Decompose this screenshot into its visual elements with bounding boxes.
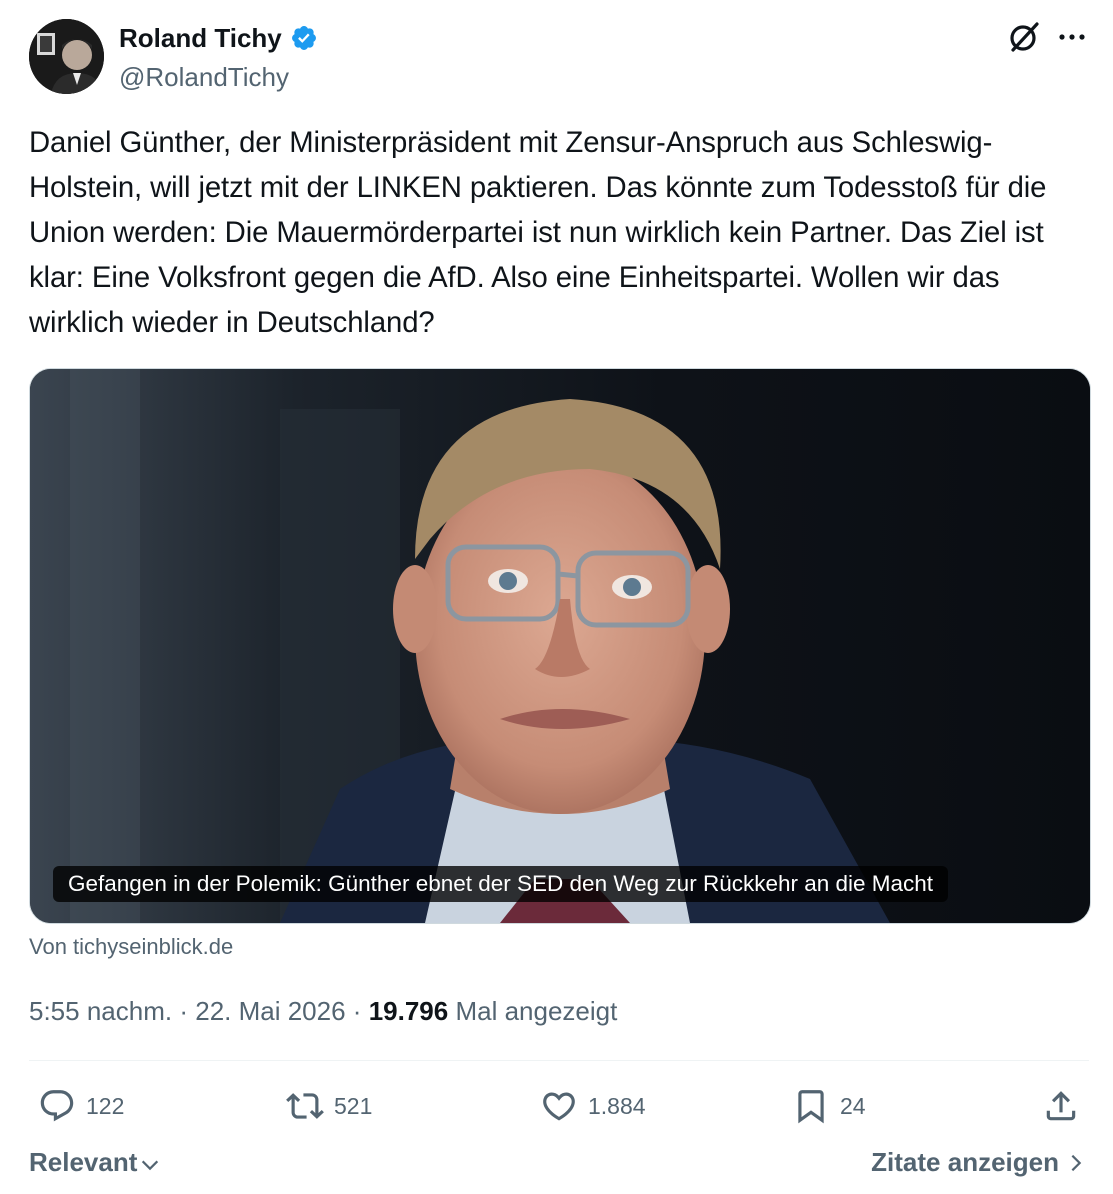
reply-icon [40, 1090, 74, 1122]
quotes-label: Zitate anzeigen [871, 1147, 1059, 1177]
card-source[interactable]: Von tichyseinblick.de [29, 934, 233, 960]
meta-separator: · [352, 996, 362, 1026]
action-bar: 122 521 1.884 24 [0, 1086, 1113, 1126]
reply-count: 122 [86, 1092, 125, 1119]
repost-count: 521 [334, 1092, 373, 1119]
card-caption: Gefangen in der Polemik: Günther ebnet d… [53, 866, 949, 902]
chevron-down-icon [142, 1160, 159, 1170]
views-count: 19.796 [368, 996, 449, 1026]
like-count: 1.884 [588, 1092, 646, 1119]
handle[interactable]: @RolandTichy [119, 62, 289, 92]
sort-label: Relevant [29, 1147, 138, 1177]
views-label: Mal angezeigt [455, 996, 618, 1026]
bookmark-icon [798, 1090, 824, 1124]
repost-button[interactable]: 521 [286, 1086, 372, 1126]
name-row: Roland Tichy [119, 23, 318, 53]
share-button[interactable] [1042, 1086, 1080, 1126]
like-button[interactable]: 1.884 [540, 1086, 646, 1126]
bookmark-count: 24 [840, 1092, 866, 1119]
tweet-header: Roland Tichy @RolandTichy [29, 19, 1089, 95]
meta-separator: · [179, 996, 188, 1026]
link-card-image[interactable]: Gefangen in der Polemik: Günther ebnet d… [29, 368, 1091, 924]
reply-button[interactable]: 122 [38, 1086, 124, 1126]
like-icon [543, 1092, 575, 1121]
grok-icon[interactable] [1007, 20, 1041, 54]
tweet-date[interactable]: 22. Mai 2026 [195, 996, 345, 1026]
tweet-text: Daniel Günther, der Ministerpräsident mi… [29, 126, 1047, 339]
repost-icon [286, 1093, 324, 1119]
sort-dropdown[interactable]: Relevant [29, 1147, 161, 1178]
show-quotes-link[interactable]: Zitate anzeigen [871, 1147, 1087, 1178]
tweet-meta: 5:55 nachm. · 22. Mai 2026 · 19.796 Mal … [29, 994, 617, 1028]
avatar[interactable] [29, 19, 104, 94]
verified-badge-icon[interactable] [290, 24, 318, 52]
portrait-image [30, 369, 1090, 923]
display-name[interactable]: Roland Tichy [119, 23, 282, 53]
divider [29, 1060, 1089, 1061]
chevron-right-icon [1071, 1154, 1082, 1171]
share-icon [1046, 1091, 1076, 1121]
more-icon[interactable] [1057, 23, 1087, 51]
bookmark-button[interactable]: 24 [792, 1086, 866, 1126]
tweet-time[interactable]: 5:55 nachm. [29, 996, 172, 1026]
